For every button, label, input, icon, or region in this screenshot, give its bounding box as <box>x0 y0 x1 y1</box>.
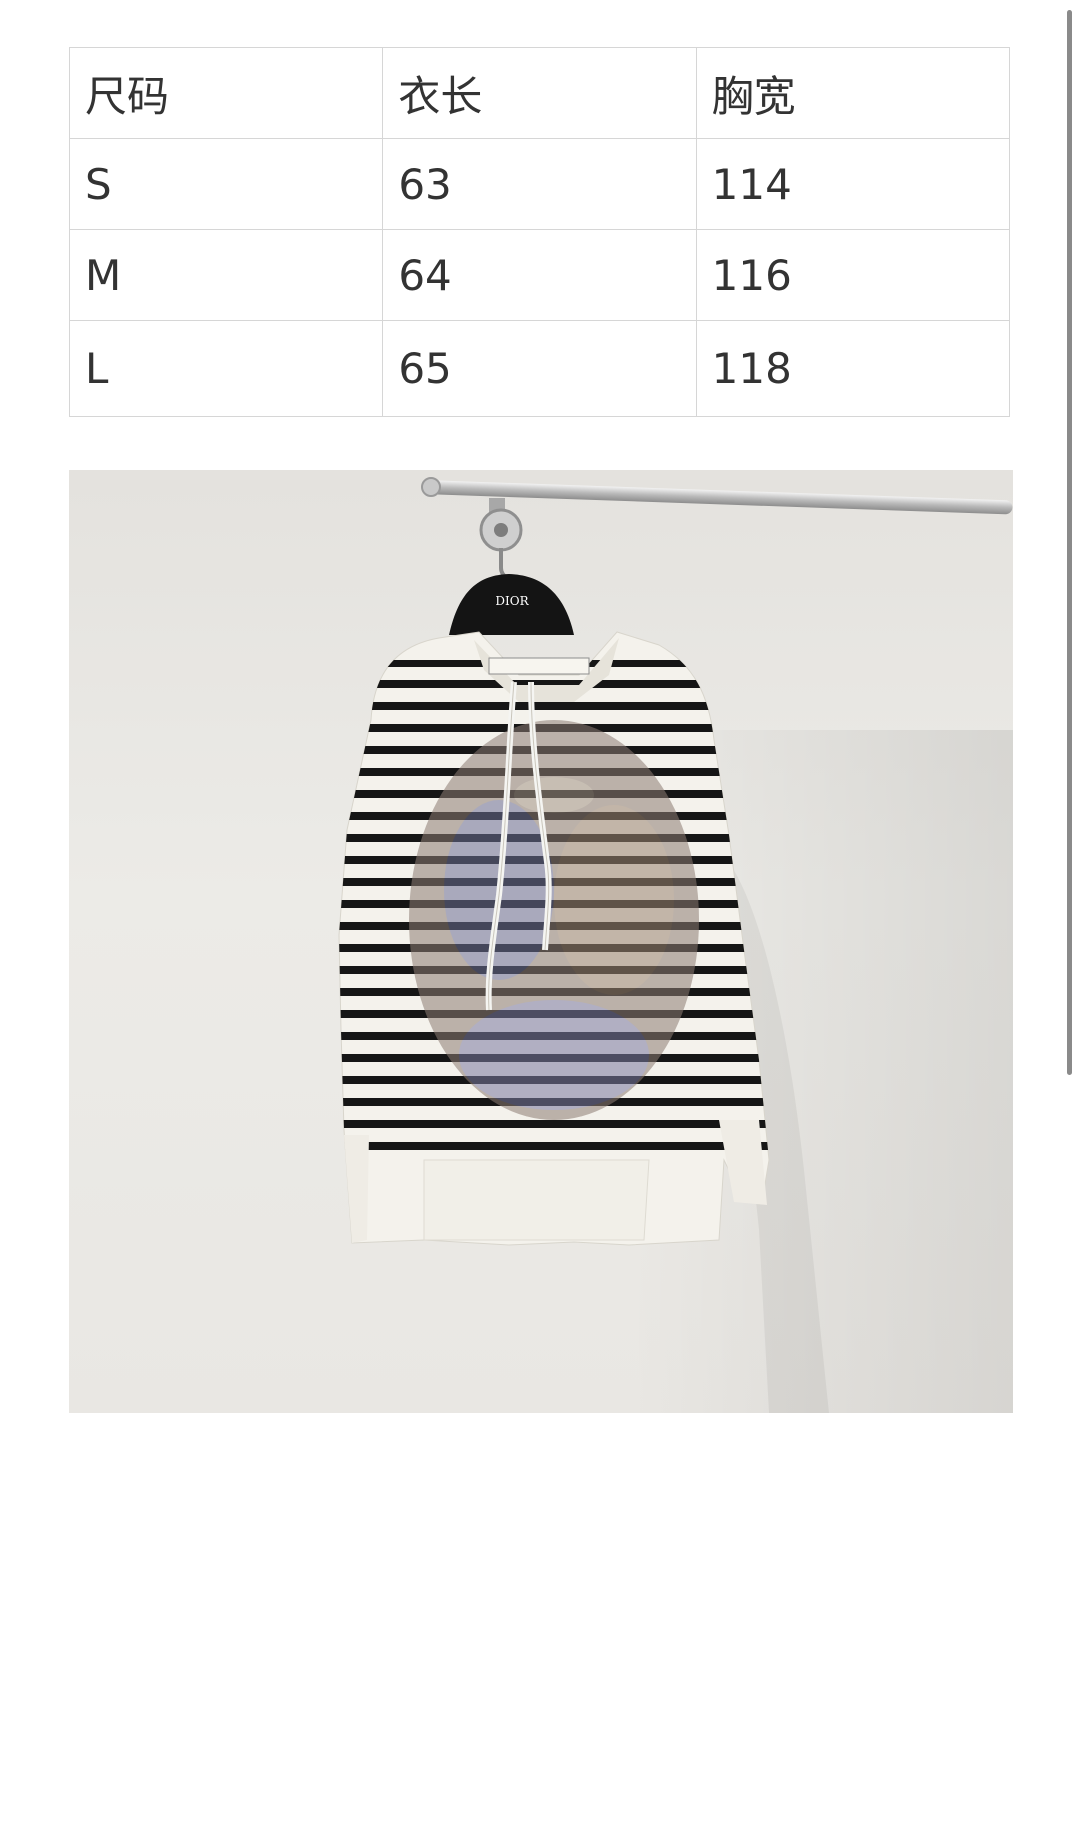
table-header-row: 尺码 衣长 胸宽 <box>68 47 1011 139</box>
header-size: 尺码 <box>68 47 384 139</box>
cell-length: 63 <box>382 138 697 230</box>
product-photo: DIOR <box>69 470 1013 1413</box>
table-row: S 63 114 <box>68 138 1011 230</box>
cell-size: S <box>68 138 384 230</box>
cell-size: M <box>68 229 384 321</box>
cell-size: L <box>68 320 384 417</box>
size-chart-table: 尺码 衣长 胸宽 S 63 114 M 64 116 L 65 118 <box>68 47 1011 417</box>
cell-chest: 114 <box>695 138 1011 230</box>
page-scrollbar[interactable] <box>1067 10 1072 1075</box>
hanger-brand-text: DIOR <box>495 594 529 608</box>
hoodie-illustration: DIOR <box>338 477 1013 1413</box>
table-row: L 65 118 <box>68 320 1011 417</box>
cell-chest: 116 <box>695 229 1011 321</box>
header-chest: 胸宽 <box>695 47 1011 139</box>
cell-chest: 118 <box>695 320 1011 417</box>
table-row: M 64 116 <box>68 229 1011 321</box>
header-length: 衣长 <box>382 47 697 139</box>
cell-length: 65 <box>382 320 697 417</box>
cell-length: 64 <box>382 229 697 321</box>
